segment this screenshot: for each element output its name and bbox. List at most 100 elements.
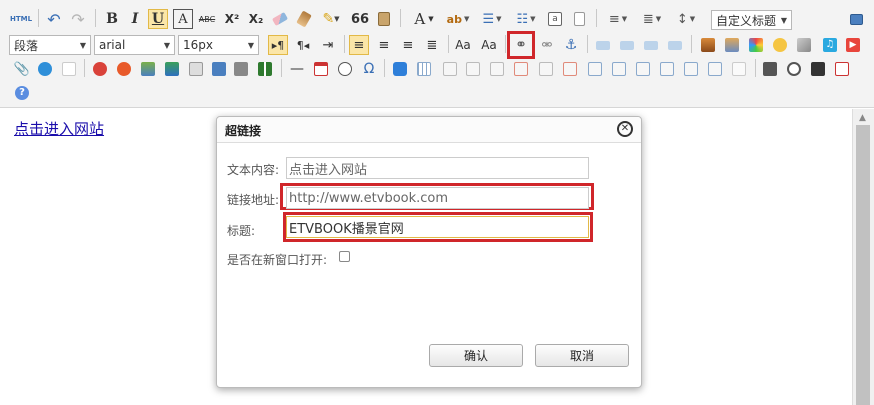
insert-paragraph-before-table-icon[interactable] bbox=[463, 59, 483, 79]
date-icon[interactable] bbox=[311, 59, 331, 79]
time-icon[interactable] bbox=[335, 59, 355, 79]
blockquote-button[interactable]: 66 bbox=[350, 9, 370, 29]
bold-button[interactable]: B bbox=[102, 9, 122, 29]
superscript-button[interactable]: X² bbox=[222, 9, 242, 29]
search-replace-icon[interactable] bbox=[808, 59, 828, 79]
close-icon[interactable]: ✕ bbox=[617, 121, 633, 137]
preview-icon[interactable] bbox=[784, 59, 804, 79]
underline-button[interactable]: U bbox=[148, 9, 168, 29]
merge-cells-icon[interactable] bbox=[585, 59, 605, 79]
drafts-icon[interactable] bbox=[832, 59, 852, 79]
emotion-icon[interactable] bbox=[770, 35, 790, 55]
select-all-icon[interactable]: a bbox=[545, 9, 565, 29]
multi-image-icon[interactable] bbox=[722, 35, 742, 55]
help-icon[interactable]: ? bbox=[12, 83, 32, 103]
background-icon[interactable] bbox=[114, 59, 134, 79]
insert-frame-icon[interactable] bbox=[35, 59, 55, 79]
font-size-select[interactable]: 16px ▼ bbox=[178, 35, 259, 55]
horizontal-icon[interactable] bbox=[209, 59, 229, 79]
split-to-cols-icon[interactable] bbox=[705, 59, 725, 79]
custom-title-select[interactable]: 自定义标题 ▼ bbox=[711, 10, 792, 30]
new-window-checkbox[interactable] bbox=[339, 251, 350, 262]
link-url-input[interactable] bbox=[286, 187, 589, 209]
row-spacing-top-icon[interactable]: ≡ ▼ bbox=[604, 9, 632, 29]
align-right-icon[interactable]: ≡ bbox=[398, 35, 418, 55]
fullscreen-icon[interactable] bbox=[846, 9, 866, 29]
paragraph-format-select[interactable]: 段落 ▼ bbox=[9, 35, 91, 55]
insert-link-icon[interactable]: ⚭ bbox=[507, 31, 535, 59]
chart-icon[interactable] bbox=[138, 59, 158, 79]
cancel-button[interactable]: 取消 bbox=[535, 344, 629, 367]
image-left-icon[interactable] bbox=[617, 35, 637, 55]
image-right-icon[interactable] bbox=[641, 35, 661, 55]
line-height-icon[interactable]: ↕ ▼ bbox=[672, 9, 700, 29]
page-break-icon[interactable] bbox=[186, 59, 206, 79]
eraser-icon[interactable] bbox=[270, 9, 290, 29]
ltr-direction-icon[interactable]: ▸¶ bbox=[268, 35, 288, 55]
rtl-direction-icon[interactable]: ¶◂ bbox=[293, 35, 313, 55]
phone-icon[interactable] bbox=[390, 59, 410, 79]
scrollbar-thumb[interactable] bbox=[856, 125, 870, 405]
scrawl-icon[interactable] bbox=[746, 35, 766, 55]
paste-plain-icon[interactable] bbox=[374, 9, 394, 29]
video-icon[interactable]: ▶ bbox=[843, 35, 863, 55]
row-spacing-bottom-icon[interactable]: ≣ ▼ bbox=[638, 9, 666, 29]
auto-typeset-icon[interactable]: ✎ ▼ bbox=[318, 9, 344, 29]
wordimage-icon[interactable] bbox=[231, 59, 251, 79]
clear-doc-icon[interactable] bbox=[569, 9, 589, 29]
horizontal-rule-icon[interactable]: — bbox=[287, 59, 307, 79]
indent-icon[interactable]: ⇥ bbox=[318, 35, 338, 55]
subscript-button[interactable]: X₂ bbox=[246, 9, 266, 29]
italic-button[interactable]: I bbox=[125, 9, 145, 29]
split-to-cells-icon[interactable] bbox=[657, 59, 677, 79]
map-icon[interactable] bbox=[794, 35, 814, 55]
image-center-icon[interactable] bbox=[665, 35, 685, 55]
strikethrough-button[interactable]: ABC bbox=[197, 9, 217, 29]
link-title-input[interactable] bbox=[286, 216, 589, 238]
align-center-icon[interactable]: ≡ bbox=[374, 35, 394, 55]
font-family-select[interactable]: arial ▼ bbox=[94, 35, 175, 55]
insert-col-icon[interactable] bbox=[536, 59, 556, 79]
charts-icon[interactable] bbox=[729, 59, 749, 79]
font-color-button[interactable]: A ▼ bbox=[410, 9, 438, 29]
align-left-icon[interactable]: ≡ bbox=[349, 35, 369, 55]
delete-col-icon[interactable] bbox=[560, 59, 580, 79]
unlink-icon[interactable]: ⚮ bbox=[537, 35, 557, 55]
font-border-button[interactable]: A bbox=[173, 9, 193, 29]
table-icon[interactable] bbox=[414, 59, 434, 79]
text-content-input[interactable] bbox=[286, 157, 589, 179]
delete-table-icon[interactable] bbox=[440, 59, 460, 79]
background-color-icon[interactable]: ab ▼ bbox=[444, 9, 472, 29]
insert-table-grid-icon[interactable] bbox=[255, 59, 275, 79]
template-icon[interactable] bbox=[90, 59, 110, 79]
snapscreen-icon[interactable] bbox=[162, 59, 182, 79]
delete-row-icon[interactable] bbox=[511, 59, 531, 79]
split-to-rows-icon[interactable] bbox=[681, 59, 701, 79]
anchor-icon[interactable]: ⚓ bbox=[561, 35, 581, 55]
attachment-icon[interactable]: 📎 bbox=[12, 59, 32, 79]
insert-image-icon[interactable] bbox=[698, 35, 718, 55]
unordered-list-icon[interactable]: ☷ ▼ bbox=[512, 9, 540, 29]
align-justify-icon[interactable]: ≣ bbox=[422, 35, 442, 55]
music-icon[interactable]: ♫ bbox=[820, 35, 840, 55]
merge-right-icon[interactable] bbox=[609, 59, 629, 79]
dialog-titlebar[interactable]: 超链接 ✕ bbox=[217, 117, 641, 143]
merge-down-icon[interactable] bbox=[633, 59, 653, 79]
vertical-scrollbar[interactable]: ▲ bbox=[852, 109, 874, 405]
confirm-button[interactable]: 确认 bbox=[429, 344, 523, 367]
scroll-up-icon[interactable]: ▲ bbox=[859, 113, 866, 123]
html-source-button[interactable]: HTML bbox=[9, 9, 33, 29]
content-link[interactable]: 点击进入网站 bbox=[14, 118, 104, 139]
lowercase-icon[interactable]: Aa bbox=[479, 35, 499, 55]
format-brush-icon[interactable] bbox=[294, 9, 314, 29]
code-icon[interactable] bbox=[59, 59, 79, 79]
special-char-icon[interactable]: Ω bbox=[359, 59, 379, 79]
toolbar-separator bbox=[505, 35, 506, 53]
print-icon[interactable] bbox=[760, 59, 780, 79]
ordered-list-icon[interactable]: ☰ ▼ bbox=[478, 9, 506, 29]
undo-icon[interactable]: ↶ bbox=[44, 9, 64, 29]
image-none-icon[interactable] bbox=[593, 35, 613, 55]
redo-icon[interactable]: ↷ bbox=[68, 9, 88, 29]
uppercase-icon[interactable]: Aa bbox=[453, 35, 473, 55]
insert-row-icon[interactable] bbox=[487, 59, 507, 79]
